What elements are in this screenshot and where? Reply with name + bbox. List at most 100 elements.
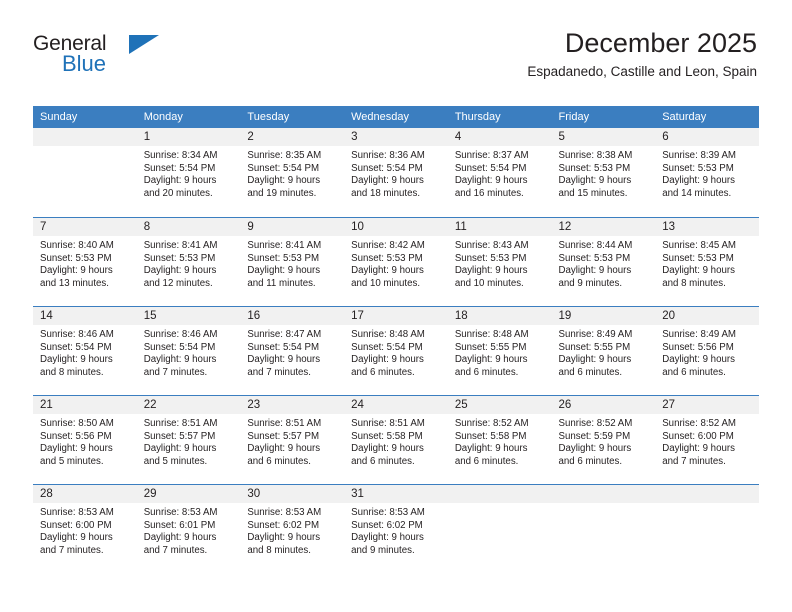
day-info-sunset: Sunset: 5:59 PM — [558, 430, 631, 442]
calendar-day-cell[interactable]: 31 Sunrise: 8:53 AM Sunset: 6:02 PM Dayligh… — [344, 484, 448, 573]
calendar-header-row: Sunday Monday Tuesday Wednesday Thursday… — [33, 106, 759, 128]
day-info-sunset: Sunset: 5:53 PM — [558, 252, 631, 264]
day-info-daylight1: Daylight: 9 hours — [143, 532, 217, 544]
day-info: Sunrise: 8:49 AM Sunset: 5:55 PM Daylight:… — [552, 325, 656, 379]
day-info-daylight2: and 7 minutes. — [143, 544, 208, 556]
day-info-sunrise: Sunrise: 8:35 AM — [247, 150, 322, 161]
calendar-day-cell — [655, 484, 759, 573]
day-cell-inner: 5 Sunrise: 8:38 AM Sunset: 5:53 PM Daylight… — [551, 128, 656, 217]
day-info-daylight2: and 6 minutes. — [558, 366, 623, 378]
calendar-day-cell[interactable]: 25 Sunrise: 8:52 AM Sunset: 5:58 PM Dayligh… — [447, 395, 552, 484]
day-number: 6 — [655, 128, 759, 146]
day-info-daylight1: Daylight: 9 hours — [558, 354, 632, 366]
day-info-sunset: Sunset: 5:55 PM — [454, 341, 527, 353]
day-info-daylight2: and 10 minutes. — [351, 277, 421, 289]
day-info-daylight2: and 16 minutes. — [454, 187, 524, 199]
day-info-daylight2: and 7 minutes. — [247, 366, 311, 378]
day-info-sunrise: Sunrise: 8:51 AM — [247, 418, 322, 429]
day-info-daylight1: Daylight: 9 hours — [351, 443, 424, 455]
day-cell-inner — [447, 484, 552, 573]
day-info-daylight2: and 6 minutes. — [247, 455, 311, 467]
calendar-day-cell[interactable]: 3 Sunrise: 8:36 AM Sunset: 5:54 PM Daylight… — [344, 128, 448, 217]
day-info-daylight1: Daylight: 9 hours — [40, 532, 113, 544]
day-number: 17 — [344, 307, 448, 325]
calendar-day-cell[interactable]: 28 Sunrise: 8:53 AM Sunset: 6:00 PM Dayligh… — [33, 484, 137, 573]
calendar-day-cell[interactable]: 22 Sunrise: 8:51 AM Sunset: 5:57 PM Dayligh… — [136, 395, 241, 484]
calendar-day-cell[interactable]: 17 Sunrise: 8:48 AM Sunset: 5:54 PM Dayligh… — [344, 306, 448, 395]
day-number: 1 — [136, 128, 241, 146]
calendar-day-cell[interactable]: 1 Sunrise: 8:34 AM Sunset: 5:54 PM Daylight… — [136, 128, 241, 217]
day-info-daylight1: Daylight: 9 hours — [662, 354, 735, 366]
calendar-day-cell[interactable]: 26 Sunrise: 8:52 AM Sunset: 5:59 PM Dayligh… — [551, 395, 656, 484]
day-info: Sunrise: 8:37 AM Sunset: 5:54 PM Daylight:… — [448, 146, 552, 200]
calendar-day-cell[interactable]: 21 Sunrise: 8:50 AM Sunset: 5:56 PM Dayligh… — [33, 395, 137, 484]
calendar-day-cell[interactable]: 5 Sunrise: 8:38 AM Sunset: 5:53 PM Daylight… — [551, 128, 656, 217]
day-info-sunset: Sunset: 5:53 PM — [143, 252, 216, 264]
day-info: Sunrise: 8:41 AM Sunset: 5:53 PM Daylight:… — [137, 236, 241, 290]
calendar-day-cell[interactable]: 4 Sunrise: 8:37 AM Sunset: 5:54 PM Daylight… — [447, 128, 552, 217]
day-info: Sunrise: 8:34 AM Sunset: 5:54 PM Daylight:… — [137, 146, 241, 200]
calendar-day-cell[interactable]: 24 Sunrise: 8:51 AM Sunset: 5:58 PM Dayligh… — [344, 395, 448, 484]
day-info-sunset: Sunset: 5:56 PM — [662, 341, 734, 353]
day-info-sunset: Sunset: 6:01 PM — [143, 519, 216, 531]
day-info-sunset: Sunset: 5:53 PM — [247, 252, 320, 264]
weekday-header-friday: Friday — [551, 106, 656, 128]
calendar-day-cell[interactable]: 14 Sunrise: 8:46 AM Sunset: 5:54 PM Dayligh… — [33, 306, 137, 395]
day-info: Sunrise: 8:43 AM Sunset: 5:53 PM Daylight:… — [448, 236, 552, 290]
day-info-daylight1: Daylight: 9 hours — [247, 175, 321, 187]
calendar-day-cell[interactable]: 8 Sunrise: 8:41 AM Sunset: 5:53 PM Daylight… — [136, 217, 241, 306]
day-info-daylight1: Daylight: 9 hours — [143, 175, 217, 187]
day-info-daylight1: Daylight: 9 hours — [558, 175, 632, 187]
title-block: December 2025 Espadanedo, Castille and L… — [527, 28, 757, 80]
calendar-day-cell[interactable]: 11 Sunrise: 8:43 AM Sunset: 5:53 PM Dayligh… — [447, 217, 552, 306]
calendar-day-cell[interactable]: 30 Sunrise: 8:53 AM Sunset: 6:02 PM Dayligh… — [240, 484, 345, 573]
day-info-sunrise: Sunrise: 8:41 AM — [247, 240, 322, 251]
day-info-daylight2: and 15 minutes. — [558, 187, 628, 199]
calendar-day-cell[interactable]: 18 Sunrise: 8:48 AM Sunset: 5:55 PM Dayligh… — [447, 306, 552, 395]
day-info-sunrise: Sunrise: 8:50 AM — [40, 418, 114, 429]
day-number: 15 — [136, 307, 241, 325]
calendar-day-cell[interactable]: 13 Sunrise: 8:45 AM Sunset: 5:53 PM Dayligh… — [655, 217, 759, 306]
calendar-day-cell[interactable]: 16 Sunrise: 8:47 AM Sunset: 5:54 PM Dayligh… — [240, 306, 345, 395]
day-info-sunrise: Sunrise: 8:37 AM — [454, 150, 529, 161]
calendar-week-row: 1 Sunrise: 8:34 AM Sunset: 5:54 PM Daylight… — [33, 128, 759, 217]
calendar-day-cell[interactable]: 10 Sunrise: 8:42 AM Sunset: 5:53 PM Dayligh… — [344, 217, 448, 306]
calendar-day-cell[interactable]: 23 Sunrise: 8:51 AM Sunset: 5:57 PM Dayligh… — [240, 395, 345, 484]
day-info-daylight1: Daylight: 9 hours — [454, 354, 528, 366]
day-info-daylight2: and 6 minutes. — [454, 366, 519, 378]
day-info-daylight1: Daylight: 9 hours — [558, 443, 632, 455]
day-info-daylight1: Daylight: 9 hours — [247, 443, 321, 455]
calendar-day-cell[interactable]: 6 Sunrise: 8:39 AM Sunset: 5:53 PM Daylight… — [655, 128, 759, 217]
day-number: 5 — [551, 128, 656, 146]
day-number: 14 — [33, 307, 137, 325]
calendar-day-cell — [447, 484, 552, 573]
day-info: Sunrise: 8:36 AM Sunset: 5:54 PM Daylight:… — [344, 146, 448, 200]
day-info-daylight2: and 6 minutes. — [558, 455, 623, 467]
calendar-day-cell[interactable]: 9 Sunrise: 8:41 AM Sunset: 5:53 PM Daylight… — [240, 217, 345, 306]
day-info: Sunrise: 8:49 AM Sunset: 5:56 PM Daylight:… — [655, 325, 759, 379]
day-info-daylight1: Daylight: 9 hours — [247, 265, 321, 277]
day-info: Sunrise: 8:38 AM Sunset: 5:53 PM Daylight:… — [552, 146, 656, 200]
calendar-day-cell[interactable]: 15 Sunrise: 8:46 AM Sunset: 5:54 PM Dayligh… — [136, 306, 241, 395]
day-cell-inner: 14 Sunrise: 8:46 AM Sunset: 5:54 PM Dayligh… — [33, 306, 137, 395]
calendar-day-cell[interactable]: 12 Sunrise: 8:44 AM Sunset: 5:53 PM Dayligh… — [551, 217, 656, 306]
day-info-sunset: Sunset: 5:54 PM — [247, 162, 320, 174]
day-info-sunset: Sunset: 5:58 PM — [351, 430, 423, 442]
calendar-day-cell[interactable]: 27 Sunrise: 8:52 AM Sunset: 6:00 PM Dayligh… — [655, 395, 759, 484]
calendar-day-cell[interactable]: 7 Sunrise: 8:40 AM Sunset: 5:53 PM Daylight… — [33, 217, 137, 306]
day-info-daylight2: and 6 minutes. — [662, 366, 726, 378]
calendar-day-cell[interactable]: 2 Sunrise: 8:35 AM Sunset: 5:54 PM Daylight… — [240, 128, 345, 217]
day-info-sunrise: Sunrise: 8:51 AM — [143, 418, 218, 429]
day-info-sunset: Sunset: 5:56 PM — [40, 430, 112, 442]
day-info-sunrise: Sunrise: 8:52 AM — [454, 418, 529, 429]
calendar-page: General Blue December 2025 Espadanedo, C… — [0, 0, 792, 612]
calendar-day-cell[interactable]: 19 Sunrise: 8:49 AM Sunset: 5:55 PM Dayligh… — [551, 306, 656, 395]
day-cell-inner: 29 Sunrise: 8:53 AM Sunset: 6:01 PM Dayligh… — [136, 484, 241, 573]
calendar-day-cell[interactable]: 20 Sunrise: 8:49 AM Sunset: 5:56 PM Dayligh… — [655, 306, 759, 395]
day-info-daylight1: Daylight: 9 hours — [454, 175, 528, 187]
logo-text-blue: Blue — [62, 51, 107, 76]
calendar-day-cell[interactable]: 29 Sunrise: 8:53 AM Sunset: 6:01 PM Dayligh… — [136, 484, 241, 573]
day-info: Sunrise: 8:40 AM Sunset: 5:53 PM Daylight:… — [33, 236, 137, 290]
day-info — [552, 503, 656, 507]
day-info-sunset: Sunset: 5:57 PM — [143, 430, 216, 442]
